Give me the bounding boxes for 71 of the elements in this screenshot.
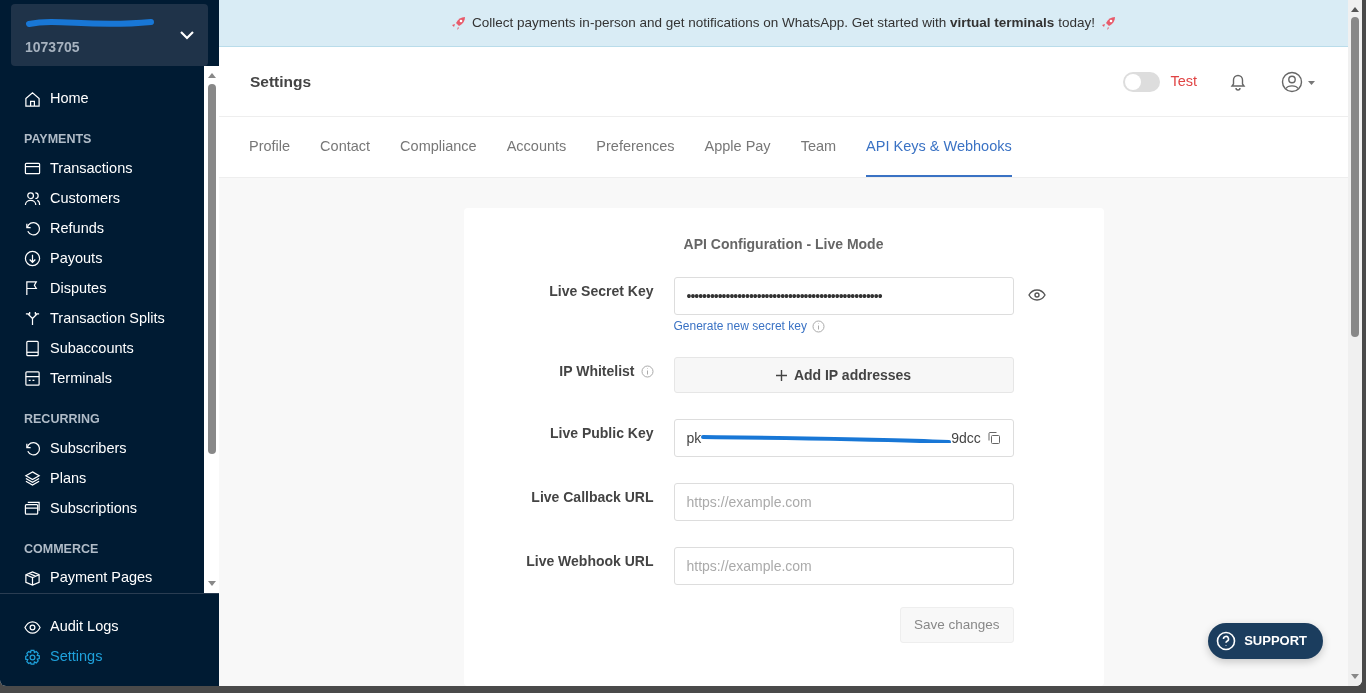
split-arrows-icon: [24, 310, 41, 328]
sidebar-item[interactable]: Payouts: [0, 243, 204, 274]
terminal-icon: [24, 370, 41, 388]
generate-key-link[interactable]: Generate new secret key: [673, 317, 807, 335]
tab[interactable]: Preferences: [596, 117, 675, 177]
field-label: Live Public Key: [550, 424, 654, 443]
tab[interactable]: Team: [800, 117, 837, 177]
account-switcher[interactable]: 1073705: [11, 4, 208, 66]
sidebar-item[interactable]: Settings: [0, 642, 219, 672]
sidebar-item[interactable]: Payment Pages: [0, 563, 204, 593]
tab[interactable]: Profile: [249, 117, 291, 177]
notification-bell-icon[interactable]: [1229, 72, 1247, 91]
page-title: Settings: [250, 71, 312, 92]
plus-icon: [775, 369, 787, 381]
field-label: IP Whitelist: [559, 362, 635, 381]
sidebar-item[interactable]: Customers: [0, 183, 204, 214]
rocket-icon: [451, 15, 467, 31]
account-id: 1073705: [25, 38, 81, 57]
section-heading: PAYMENTS: [23, 131, 93, 148]
public-key-field[interactable]: pk 9dcc: [673, 419, 1014, 457]
secret-key-field[interactable]: ••••••••••••••••••••••••••••••••••••••••••••••••••: [673, 277, 1014, 315]
sidebar-item[interactable]: Audit Logs: [0, 612, 219, 642]
form-title: API Configuration - Live Mode: [682, 235, 885, 254]
sidebar-item[interactable]: Home: [0, 84, 204, 114]
chevron-down-icon: [180, 30, 194, 40]
sidebar-item[interactable]: Transactions: [0, 153, 204, 184]
support-button[interactable]: SUPPORT: [1208, 623, 1323, 659]
circular-arrow-icon: [24, 440, 41, 457]
tab[interactable]: Accounts: [506, 117, 567, 177]
scrollbar-thumb[interactable]: [207, 84, 216, 454]
url-field[interactable]: https://example.com: [673, 547, 1014, 585]
tab[interactable]: API Keys & Webhooks: [866, 117, 1012, 177]
scrollbar-thumb[interactable]: [1351, 17, 1359, 337]
tab[interactable]: Compliance: [400, 117, 477, 177]
book-icon: [24, 340, 41, 358]
eye-icon: [24, 618, 41, 636]
help-icon: [1216, 631, 1237, 651]
sidebar-item[interactable]: Refunds: [0, 213, 204, 244]
section-heading: RECURRING: [23, 410, 101, 428]
url-field[interactable]: https://example.com: [673, 483, 1014, 521]
sidebar-item[interactable]: Subscribers: [0, 433, 204, 464]
info-icon: [640, 365, 654, 378]
field-label: Live Callback URL: [531, 488, 654, 507]
arrow-down-circle-icon: [24, 250, 41, 268]
sidebar-item[interactable]: Plans: [0, 463, 204, 494]
people-icon: [24, 190, 41, 208]
settings-icon: [24, 648, 41, 666]
sidebar-item[interactable]: Disputes: [0, 273, 204, 304]
rocket-icon: [1100, 15, 1116, 31]
eye-icon[interactable]: [1027, 289, 1046, 301]
test-mode-label: Test: [1170, 71, 1197, 91]
field-label: Live Webhook URL: [526, 552, 654, 571]
info-icon: [811, 319, 825, 333]
sidebar-item[interactable]: Subscriptions: [0, 493, 204, 524]
add-ip-button[interactable]: Add IP addresses: [673, 357, 1014, 393]
announcement-text: Collect payments in-person and get notifications on WhatsApp. Get started with virtual terminals today!: [472, 13, 1095, 32]
sidebar-item[interactable]: Subaccounts: [0, 333, 204, 364]
field-label: Live Secret Key: [549, 282, 654, 301]
tab[interactable]: Apple Pay: [704, 117, 771, 177]
layers-icon: [24, 470, 41, 487]
sidebar-item[interactable]: Terminals: [0, 363, 204, 394]
copy-icon[interactable]: [986, 431, 1001, 445]
user-menu-icon[interactable]: [1281, 70, 1317, 93]
test-mode-toggle[interactable]: [1123, 71, 1161, 92]
house-icon: [24, 90, 41, 108]
cards-icon: [24, 500, 41, 517]
box-icon: [24, 569, 41, 587]
circular-arrow-icon: [24, 220, 41, 238]
section-heading: COMMERCE: [23, 540, 100, 558]
sidebar-item[interactable]: Transaction Splits: [0, 303, 204, 334]
tab[interactable]: Contact: [320, 117, 371, 177]
